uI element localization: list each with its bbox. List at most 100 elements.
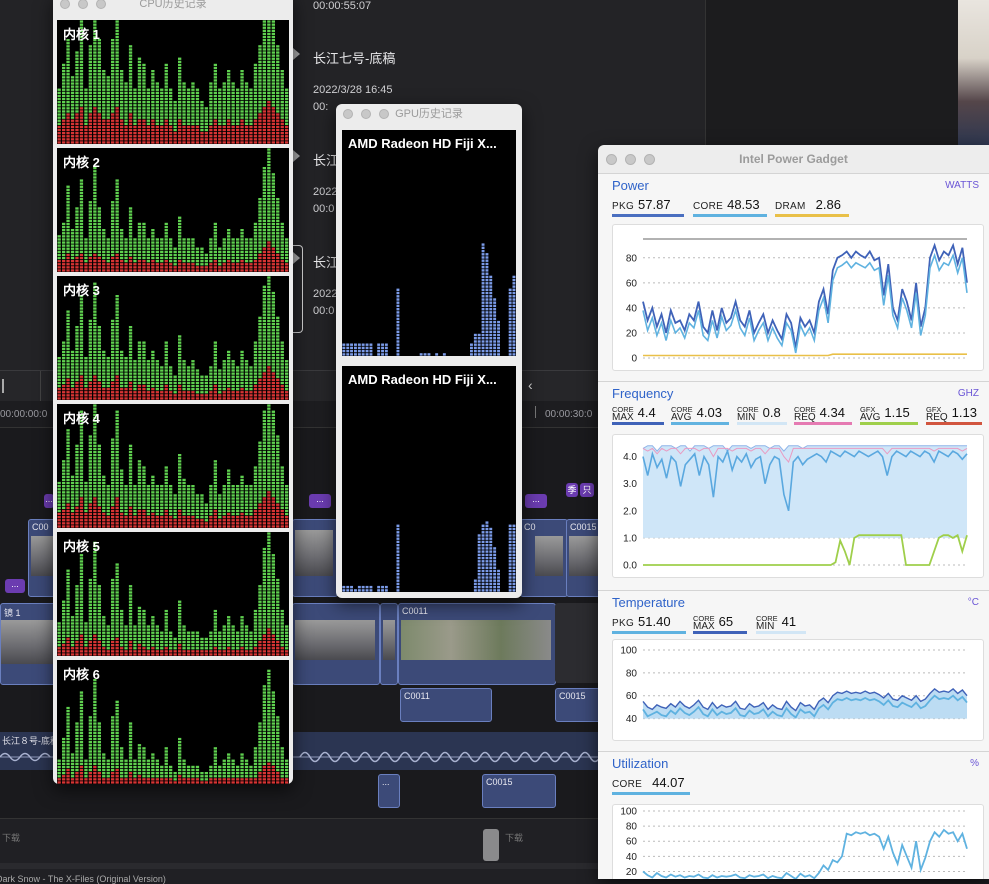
cpu-user-cell <box>236 647 239 649</box>
cpu-user-cell <box>142 67 145 69</box>
cpu-user-cell <box>160 488 163 490</box>
cpu-user-cell <box>71 229 74 231</box>
cpu-user-cell <box>272 479 275 481</box>
cpu-system-cell <box>71 525 74 527</box>
cpu-system-cell <box>111 266 114 268</box>
cpu-user-cell <box>80 51 83 53</box>
cpu-user-cell <box>214 497 217 499</box>
window-titlebar[interactable]: CPU历史记录 <box>53 0 293 14</box>
video-clip[interactable]: C0 <box>520 519 568 597</box>
cpu-user-cell <box>236 497 239 499</box>
video-clip[interactable] <box>292 519 338 597</box>
cpu-system-cell <box>267 120 270 122</box>
cpu-system-cell <box>267 113 270 115</box>
cpu-system-cell <box>249 391 252 393</box>
cpu-user-cell <box>129 76 132 78</box>
cpu-system-cell <box>232 519 235 521</box>
timeline-marker[interactable]: ... <box>309 494 331 508</box>
cpu-user-cell <box>129 101 132 103</box>
cpu-system-cell <box>272 266 275 268</box>
sidebar-toggle-icon[interactable] <box>2 379 4 393</box>
cpu-user-cell <box>263 176 266 178</box>
cpu-user-cell <box>182 86 185 88</box>
cpu-system-cell <box>263 653 266 655</box>
zoom-button[interactable] <box>96 0 106 9</box>
cpu-user-cell <box>182 245 185 247</box>
cpu-user-cell <box>267 476 270 478</box>
cpu-user-cell <box>254 485 257 487</box>
cpu-user-cell <box>196 248 199 250</box>
cpu-user-cell <box>276 89 279 91</box>
cpu-user-cell <box>263 345 266 347</box>
timeline-marker[interactable]: ... <box>5 579 25 593</box>
cpu-user-cell <box>66 482 69 484</box>
cpu-user-cell <box>272 622 275 624</box>
cpu-user-cell <box>196 104 199 106</box>
close-button[interactable] <box>60 0 70 9</box>
minimize-button[interactable] <box>78 0 88 9</box>
timeline-marker[interactable]: 季 <box>566 483 578 497</box>
cpu-user-cell <box>93 582 96 584</box>
cpu-system-cell <box>209 269 212 271</box>
cpu-user-cell <box>267 442 270 444</box>
disclosure-triangle-icon[interactable] <box>293 252 300 264</box>
cpu-system-cell <box>116 501 119 503</box>
gap-clip[interactable] <box>555 603 600 683</box>
chevron-left-icon[interactable]: ‹ <box>528 377 533 393</box>
cpu-user-cell <box>111 107 114 109</box>
timeline-marker[interactable]: ... <box>525 494 547 508</box>
cpu-user-cell <box>66 70 69 72</box>
cpu-user-cell <box>285 366 288 368</box>
video-clip[interactable]: C0015 <box>482 774 556 808</box>
cpu-user-cell <box>214 382 217 384</box>
video-clip[interactable]: C0015 <box>566 519 602 597</box>
disclosure-triangle-icon[interactable] <box>293 48 300 60</box>
cpu-user-cell <box>209 488 212 490</box>
cpu-system-cell <box>249 141 252 143</box>
cpu-system-cell <box>93 385 96 387</box>
storyline-clip[interactable]: 镜 1 <box>0 603 58 685</box>
cpu-user-cell <box>71 385 74 387</box>
cpu-user-cell <box>178 613 181 615</box>
cpu-user-cell <box>160 491 163 493</box>
cpu-user-cell <box>182 497 185 499</box>
video-clip[interactable]: C0015 <box>555 688 602 722</box>
project-title[interactable]: 长江七号-底稿 <box>313 48 395 67</box>
cpu-user-cell <box>227 376 230 378</box>
clip-thumbnail <box>1 620 55 664</box>
cpu-system-cell <box>75 507 78 509</box>
cpu-user-cell <box>240 510 243 512</box>
storyline-clip[interactable] <box>292 603 380 685</box>
disclosure-triangle-icon[interactable] <box>293 150 300 162</box>
video-clip[interactable]: ... <box>378 774 400 808</box>
cpu-user-cell <box>258 629 261 631</box>
cpu-user-cell <box>281 354 284 356</box>
cpu-user-cell <box>93 89 96 91</box>
cpu-user-cell <box>263 579 266 581</box>
cpu-user-cell <box>182 360 185 362</box>
timeline-marker[interactable]: 只 <box>580 483 594 497</box>
cpu-user-cell <box>232 101 235 103</box>
cpu-user-cell <box>58 644 61 646</box>
cpu-user-cell <box>62 76 65 78</box>
cpu-system-cell <box>89 141 92 143</box>
cpu-system-cell <box>116 263 119 265</box>
cpu-system-cell <box>129 522 132 524</box>
cpu-system-cell <box>71 653 74 655</box>
cpu-system-cell <box>281 135 284 137</box>
cpu-system-cell <box>240 135 243 137</box>
cpu-system-cell <box>93 135 96 137</box>
cpu-user-cell <box>111 494 114 496</box>
cpu-user-cell <box>191 241 194 243</box>
video-clip[interactable]: C0011 <box>400 688 492 722</box>
cpu-user-cell <box>89 51 92 53</box>
playhead-handle[interactable] <box>483 829 499 861</box>
cpu-user-cell <box>263 482 266 484</box>
storyline-clip[interactable] <box>380 603 398 685</box>
cpu-user-cell <box>98 329 101 331</box>
cpu-user-cell <box>98 217 101 219</box>
storyline-clip[interactable]: C0011 <box>398 603 556 685</box>
cpu-user-cell <box>160 376 163 378</box>
cpu-user-cell <box>169 382 172 384</box>
cpu-system-cell <box>116 385 119 387</box>
